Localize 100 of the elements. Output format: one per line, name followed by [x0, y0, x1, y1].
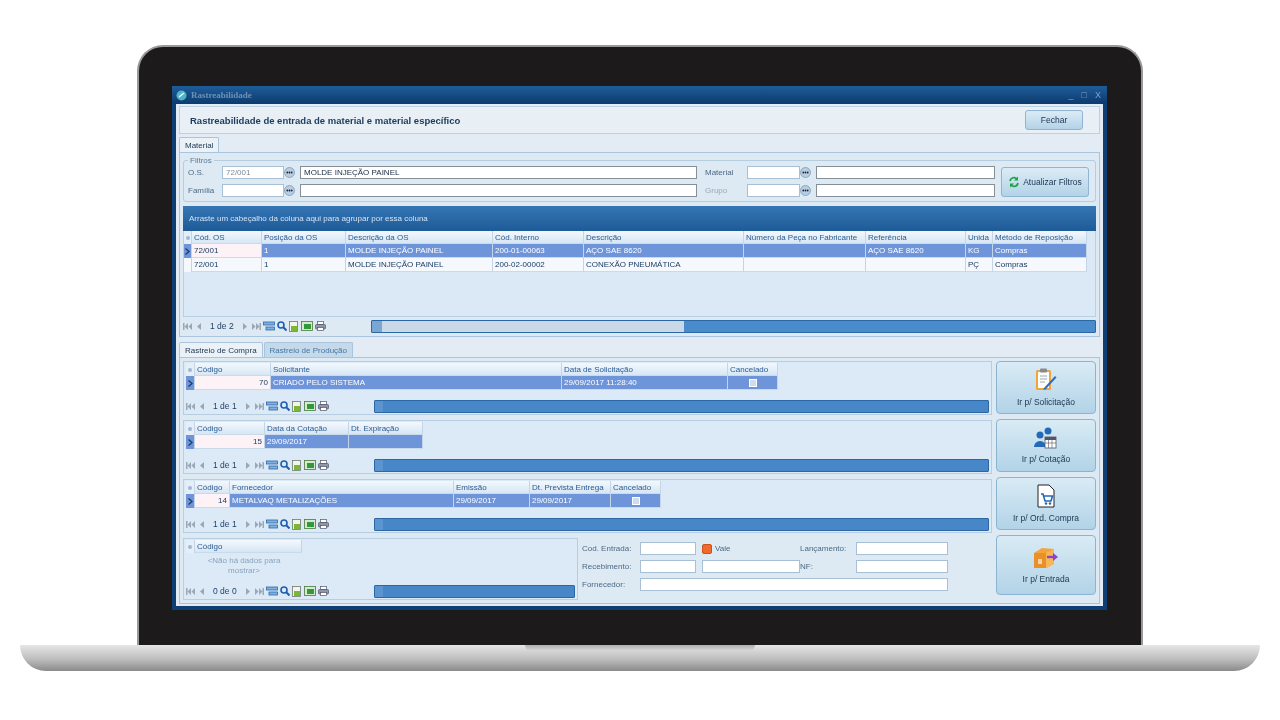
field-label: Cod. Entrada:: [582, 544, 633, 553]
code-field[interactable]: 72/001: [222, 166, 284, 179]
column-selector-icon[interactable]: [185, 235, 190, 240]
maximize-button[interactable]: □: [1079, 90, 1089, 100]
horizontal-scrollbar[interactable]: [371, 319, 1096, 333]
search-icon[interactable]: [279, 460, 290, 470]
cart-document-icon: [1037, 484, 1055, 508]
columns-icon[interactable]: [265, 519, 278, 529]
ellipsis-button[interactable]: [284, 185, 295, 196]
input-field[interactable]: [640, 560, 696, 573]
input-field[interactable]: [856, 560, 948, 573]
table-row[interactable]: 72/001 1 MOLDE INJEÇÃO PAINEL 200-02-00002 CONEXÃO PNEUMÁTICA PÇ Compras: [184, 258, 1087, 272]
next-page-icon[interactable]: [243, 461, 253, 469]
code-field[interactable]: [747, 166, 800, 179]
spreadsheet-icon[interactable]: [303, 401, 316, 411]
ellipsis-button[interactable]: [800, 185, 811, 196]
column-selector-icon[interactable]: [188, 544, 192, 549]
table-cell: CRIADO PELO SISTEMA: [271, 376, 562, 390]
first-page-icon[interactable]: [186, 587, 195, 595]
next-page-icon[interactable]: [243, 402, 253, 410]
search-icon[interactable]: [279, 586, 290, 596]
minimize-button[interactable]: _: [1066, 90, 1076, 100]
code-field[interactable]: [222, 184, 284, 197]
close-button[interactable]: X: [1093, 90, 1103, 100]
horizontal-scrollbar[interactable]: [374, 458, 989, 472]
last-page-icon[interactable]: [254, 520, 264, 528]
first-page-icon[interactable]: [183, 322, 192, 330]
description-field[interactable]: [816, 184, 995, 197]
column-header[interactable]: Código: [195, 540, 302, 553]
first-page-icon[interactable]: [186, 402, 195, 410]
spreadsheet-icon[interactable]: [303, 586, 316, 596]
table-cell: 1: [262, 258, 346, 272]
table-row[interactable]: 70 CRIADO PELO SISTEMA 29/09/2017 11:28:40: [186, 376, 778, 390]
page-indicator: 1 de 1: [212, 519, 238, 529]
column-selector-icon[interactable]: [188, 367, 192, 372]
search-icon[interactable]: [279, 519, 290, 529]
code-field[interactable]: [747, 184, 800, 197]
print-icon[interactable]: [314, 321, 326, 331]
previous-page-icon[interactable]: [197, 587, 206, 595]
next-page-icon[interactable]: [240, 322, 250, 330]
refresh-filters-button[interactable]: Atualizar Filtros: [1001, 166, 1089, 197]
checkbox[interactable]: [702, 543, 712, 554]
first-page-icon[interactable]: [186, 520, 195, 528]
action-button[interactable]: Ir p/ Entrada: [996, 535, 1096, 595]
table-cell: CONEXÃO PNEUMÁTICA: [584, 258, 744, 272]
table-row[interactable]: 72/001 1 MOLDE INJEÇÃO PAINEL 200-01-00063 AÇO SAE 8620 AÇO SAE 8620 KG Compras: [184, 244, 1087, 258]
tab[interactable]: Rastreio de Produção: [263, 342, 353, 357]
print-icon[interactable]: [317, 401, 329, 411]
print-icon[interactable]: [317, 586, 329, 596]
export-icon[interactable]: [291, 518, 302, 530]
spreadsheet-icon[interactable]: [303, 460, 316, 470]
export-icon[interactable]: [291, 585, 302, 597]
horizontal-scrollbar[interactable]: [374, 517, 989, 531]
description-field[interactable]: [300, 184, 697, 197]
print-icon[interactable]: [317, 519, 329, 529]
action-button[interactable]: Ir p/ Ord. Compra: [996, 477, 1096, 530]
input-field[interactable]: [702, 560, 800, 573]
horizontal-scrollbar[interactable]: [374, 399, 989, 413]
description-field[interactable]: MOLDE INJEÇÃO PAINEL: [300, 166, 697, 179]
last-page-icon[interactable]: [254, 461, 264, 469]
last-page-icon[interactable]: [251, 322, 261, 330]
columns-icon[interactable]: [262, 321, 275, 331]
columns-icon[interactable]: [265, 460, 278, 470]
next-page-icon[interactable]: [243, 587, 253, 595]
next-page-icon[interactable]: [243, 520, 253, 528]
export-icon[interactable]: [291, 400, 302, 412]
table-cell: 29/09/2017: [530, 494, 611, 508]
columns-icon[interactable]: [265, 586, 278, 596]
tab[interactable]: Rastreio de Compra: [179, 342, 263, 357]
print-icon[interactable]: [317, 460, 329, 470]
last-page-icon[interactable]: [254, 587, 264, 595]
input-field[interactable]: [640, 578, 948, 591]
action-button[interactable]: Ir p/ Cotação: [996, 419, 1096, 472]
previous-page-icon[interactable]: [197, 520, 206, 528]
ellipsis-button[interactable]: [800, 167, 811, 178]
search-icon[interactable]: [279, 401, 290, 411]
close-button[interactable]: Fechar: [1025, 110, 1083, 130]
export-icon[interactable]: [291, 459, 302, 471]
field-label: Fornecedor:: [582, 580, 627, 589]
table-row[interactable]: 14 METALVAQ METALIZAÇÕES 29/09/2017 29/09/2017: [186, 494, 661, 508]
ellipsis-button[interactable]: [284, 167, 295, 178]
tab[interactable]: Material: [179, 137, 220, 152]
action-button[interactable]: Ir p/ Solicitação: [996, 361, 1096, 414]
spreadsheet-icon[interactable]: [303, 519, 316, 529]
column-selector-icon[interactable]: [188, 485, 192, 490]
previous-page-icon[interactable]: [197, 461, 206, 469]
input-field[interactable]: [640, 542, 696, 555]
export-icon[interactable]: [288, 320, 299, 332]
input-field[interactable]: [856, 542, 948, 555]
columns-icon[interactable]: [265, 401, 278, 411]
horizontal-scrollbar[interactable]: [374, 584, 575, 598]
last-page-icon[interactable]: [254, 402, 264, 410]
spreadsheet-icon[interactable]: [300, 321, 313, 331]
previous-page-icon[interactable]: [197, 402, 206, 410]
description-field[interactable]: [816, 166, 995, 179]
search-icon[interactable]: [276, 321, 287, 331]
table-row[interactable]: 15 29/09/2017: [186, 435, 423, 449]
previous-page-icon[interactable]: [194, 322, 203, 330]
first-page-icon[interactable]: [186, 461, 195, 469]
column-selector-icon[interactable]: [188, 426, 192, 431]
